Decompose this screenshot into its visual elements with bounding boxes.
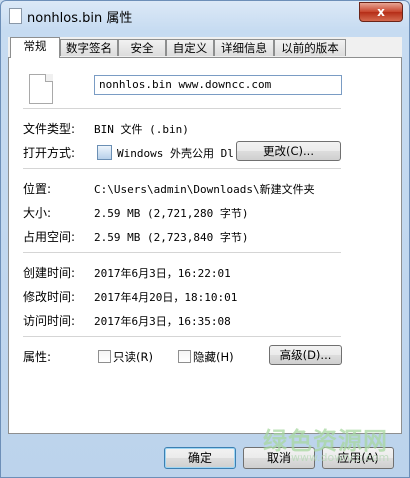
properties-window: nonhlos.bin 属性 x 常规 数字签名 安全 自定义 详细信息 以前的… (0, 0, 410, 478)
disk-size-label: 占用空间: (23, 230, 76, 244)
file-type-label: 文件类型: (23, 122, 76, 136)
location-label: 位置: (23, 182, 52, 196)
tab-security[interactable]: 安全 (118, 39, 166, 56)
accessed-label: 访问时间: (23, 314, 76, 328)
separator (23, 252, 341, 253)
attributes-label: 属性: (23, 350, 52, 364)
general-tab-page: nonhlos.bin www.downcc.com 文件类型: BIN 文件 … (8, 57, 402, 434)
close-icon: x (377, 5, 385, 19)
disk-size-value: 2.59 MB (2,723,840 字节) (94, 231, 249, 244)
tab-previous-versions[interactable]: 以前的版本 (274, 39, 346, 56)
file-icon (9, 8, 22, 24)
created-label: 创建时间: (23, 266, 76, 280)
created-value: 2017年6月3日，16:22:01 (94, 267, 231, 280)
modified-label: 修改时间: (23, 290, 76, 304)
accessed-value: 2017年6月3日，16:35:08 (94, 315, 231, 328)
dialog-panel: 常规 数字签名 安全 自定义 详细信息 以前的版本 nonhlos.bin ww… (8, 37, 402, 434)
tab-general[interactable]: 常规 (10, 37, 60, 58)
size-value: 2.59 MB (2,721,280 字节) (94, 207, 249, 220)
tab-digital-signatures[interactable]: 数字签名 (60, 39, 118, 56)
change-button[interactable]: 更改(C)... (236, 141, 341, 161)
tab-strip: 常规 数字签名 安全 自定义 详细信息 以前的版本 (8, 37, 402, 58)
modified-value: 2017年4月20日，18:10:01 (94, 291, 238, 304)
title-bar[interactable]: nonhlos.bin 属性 x (1, 1, 409, 29)
hidden-checkbox[interactable] (178, 350, 191, 363)
advanced-button[interactable]: 高级(D)... (269, 345, 342, 365)
ok-button[interactable]: 确定 (164, 447, 236, 469)
separator (23, 336, 341, 337)
open-with-label: 打开方式: (23, 146, 76, 160)
hidden-label[interactable]: 隐藏(H) (193, 349, 234, 365)
watermark-url: www.downcc.com (291, 451, 390, 464)
open-with-value: Windows 外壳公用 Dl (117, 147, 234, 160)
close-button[interactable]: x (359, 2, 403, 22)
file-name-input[interactable]: nonhlos.bin www.downcc.com (94, 75, 342, 95)
file-type-value: BIN 文件 (.bin) (94, 123, 189, 136)
file-icon (29, 74, 53, 104)
separator (23, 168, 341, 169)
size-label: 大小: (23, 206, 52, 220)
window-title: nonhlos.bin 属性 (27, 11, 133, 26)
tab-custom[interactable]: 自定义 (166, 39, 214, 56)
tab-details[interactable]: 详细信息 (214, 39, 274, 56)
readonly-checkbox[interactable] (98, 350, 111, 363)
location-value: C:\Users\admin\Downloads\新建文件夹 (94, 183, 315, 196)
separator (23, 108, 341, 109)
readonly-label[interactable]: 只读(R) (113, 349, 153, 365)
application-icon (97, 145, 112, 160)
